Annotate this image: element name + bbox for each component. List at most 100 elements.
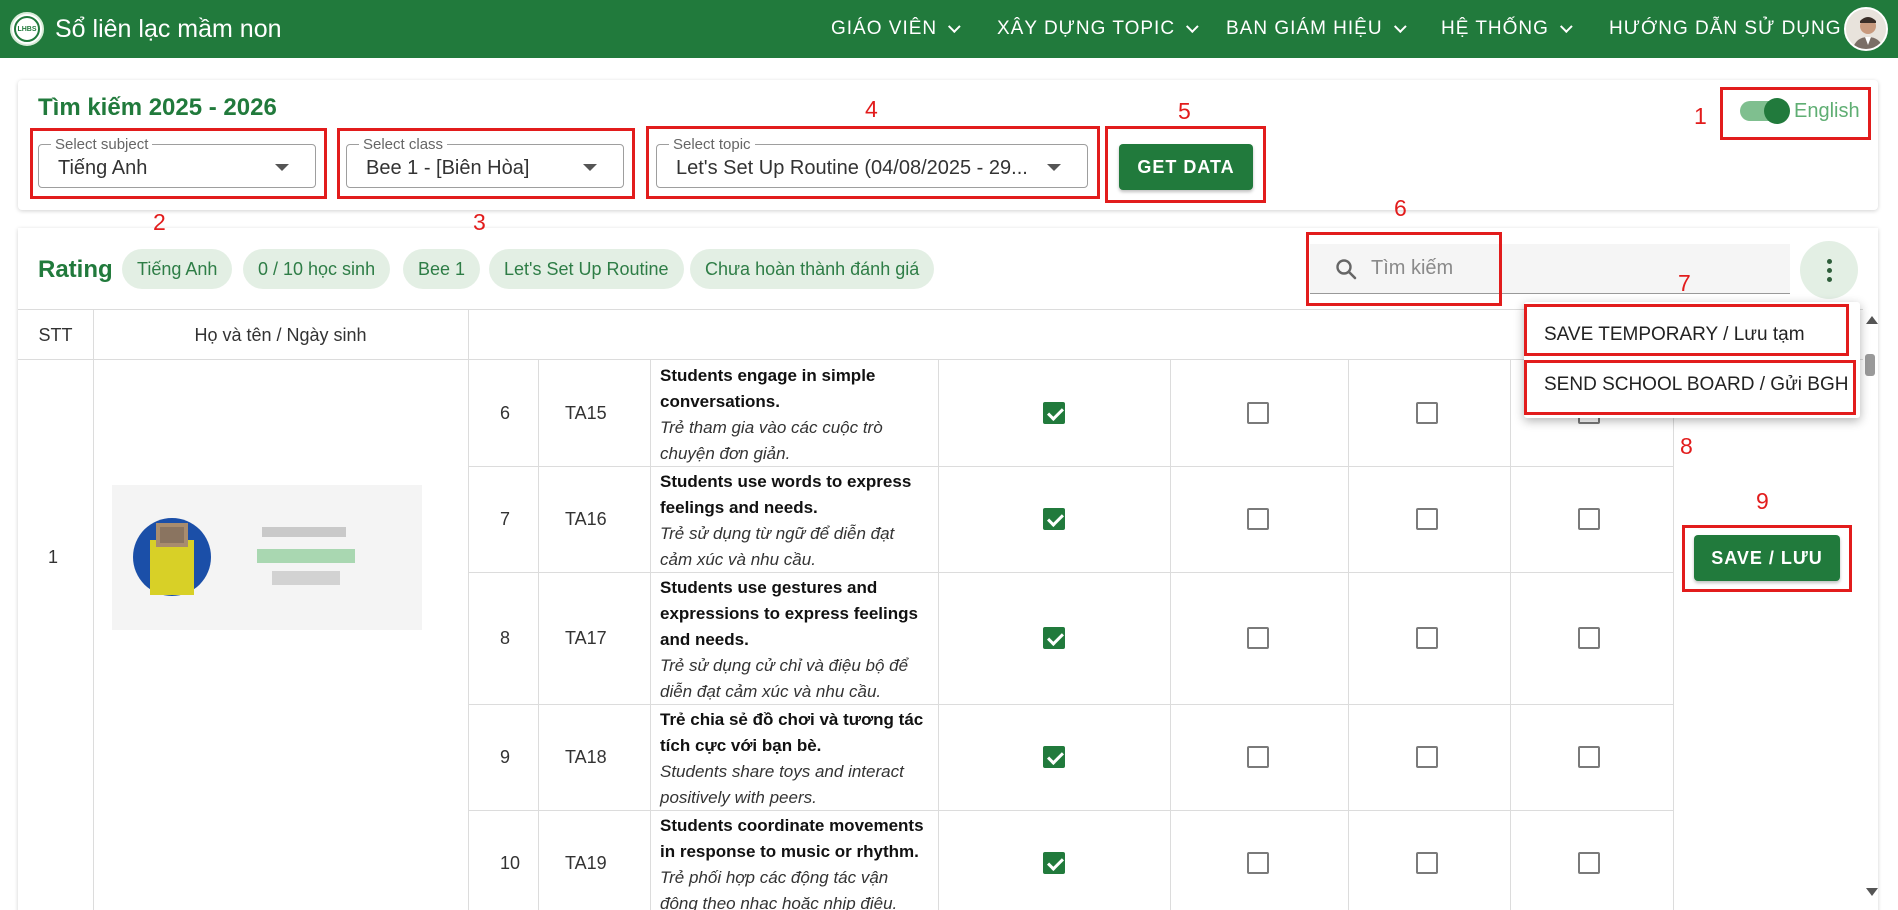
criteria-code: TA15: [565, 403, 607, 423]
select-class-value: Bee 1 - [Biên Hòa]: [366, 157, 530, 179]
student-stt: 1: [48, 547, 59, 567]
rating-checkbox[interactable]: [1247, 402, 1269, 424]
col-divider: [1510, 360, 1511, 910]
col-divider: [93, 309, 94, 910]
user-avatar[interactable]: [1844, 7, 1888, 51]
rating-checkbox[interactable]: [1578, 627, 1600, 649]
student-search-input[interactable]: Tìm kiếm: [1310, 244, 1790, 294]
criteria-text-secondary: Students share toys and interact positiv…: [660, 762, 904, 807]
select-subject[interactable]: Select subject Tiếng Anh: [38, 136, 316, 188]
col-divider: [1170, 360, 1171, 910]
criteria-description: Students use words to express feelings a…: [660, 469, 930, 573]
menu-send-school-board[interactable]: SEND SCHOOL BOARD / Gửi BGH: [1544, 374, 1848, 396]
scroll-up-arrow[interactable]: [1866, 316, 1878, 324]
criteria-text-secondary: Trẻ tham gia vào các cuộc trò chuyện đơn…: [660, 418, 883, 463]
dropdown-arrow-icon: [583, 164, 597, 171]
rating-checkbox[interactable]: [1416, 627, 1438, 649]
criteria-number: 9: [500, 747, 511, 767]
rating-checkbox[interactable]: [1578, 508, 1600, 530]
annotation-number-1: 1: [1694, 103, 1707, 129]
rating-checkbox[interactable]: [1247, 627, 1269, 649]
save-button[interactable]: SAVE / LƯU: [1694, 535, 1840, 581]
chip-class: Bee 1: [403, 249, 481, 289]
annotation-number-2: 2: [153, 209, 166, 235]
chip-topic: Let's Set Up Routine: [489, 249, 684, 289]
criteria-code: TA17: [565, 628, 607, 648]
chip-subject: Tiếng Anh: [122, 249, 233, 289]
nav-label: HỆ THỐNG: [1441, 18, 1549, 39]
nav-label: HƯỚNG DẪN SỬ DỤNG: [1609, 18, 1842, 39]
language-label: English: [1794, 100, 1860, 122]
dot: [1827, 268, 1832, 273]
nav-ban-giam-hieu[interactable]: BAN GIÁM HIỆU: [1226, 0, 1407, 58]
select-topic-value: Let's Set Up Routine (04/08/2025 - 29...: [676, 157, 1028, 179]
rating-checkbox[interactable]: [1578, 746, 1600, 768]
rating-checkbox[interactable]: [1247, 508, 1269, 530]
annotation-number-9: 9: [1756, 488, 1769, 514]
chip-student-count: 0 / 10 học sinh: [243, 249, 391, 289]
rating-title: Rating: [38, 256, 113, 283]
criteria-code: TA18: [565, 747, 607, 767]
rating-checkbox[interactable]: [1043, 852, 1065, 874]
search-icon: [1336, 259, 1357, 280]
rating-checkbox[interactable]: [1416, 746, 1438, 768]
nav-label: XÂY DỰNG TOPIC: [997, 18, 1176, 39]
select-topic[interactable]: Select topic Let's Set Up Routine (04/08…: [656, 136, 1088, 188]
logo-text: LHBS: [14, 16, 40, 42]
row-divider: [468, 466, 1673, 467]
rating-checkbox[interactable]: [1043, 746, 1065, 768]
rating-checkbox[interactable]: [1043, 402, 1065, 424]
col-divider: [468, 309, 469, 910]
header-stt: STT: [38, 325, 73, 345]
select-class[interactable]: Select class Bee 1 - [Biên Hòa]: [346, 136, 624, 188]
col-divider: [538, 360, 539, 910]
rating-checkbox[interactable]: [1578, 852, 1600, 874]
nav-label: GIÁO VIÊN: [831, 18, 938, 39]
menu-save-temporary[interactable]: SAVE TEMPORARY / Lưu tạm: [1544, 324, 1805, 346]
row-divider: [468, 572, 1673, 573]
criteria-text-primary: Students engage in simple conversations.: [660, 366, 876, 411]
header-name: Họ và tên / Ngày sinh: [194, 325, 367, 345]
nav-huong-dan-su-dung[interactable]: HƯỚNG DẪN SỬ DỤNG: [1609, 0, 1842, 58]
annotation-number-7: 7: [1678, 270, 1691, 296]
select-subject-label: Select subject: [51, 136, 153, 153]
criteria-text-secondary: Trẻ sử dụng từ ngữ để diễn đạt cảm xúc v…: [660, 524, 895, 569]
nav-he-thong[interactable]: HỆ THỐNG: [1441, 0, 1573, 58]
criteria-text-primary: Students use gestures and expressions to…: [660, 578, 918, 649]
search-placeholder: Tìm kiếm: [1371, 257, 1454, 279]
rating-checkbox[interactable]: [1247, 746, 1269, 768]
nav-xay-dung-topic[interactable]: XÂY DỰNG TOPIC: [997, 0, 1199, 58]
criteria-number: 7: [500, 509, 511, 529]
rating-checkbox[interactable]: [1247, 852, 1269, 874]
rating-checkbox[interactable]: [1043, 508, 1065, 530]
chevron-down-icon: [948, 19, 961, 33]
chevron-down-icon: [1186, 19, 1199, 33]
criteria-number: 8: [500, 628, 511, 648]
col-divider: [1673, 359, 1674, 910]
scroll-down-arrow[interactable]: [1866, 888, 1878, 896]
select-subject-value: Tiếng Anh: [58, 157, 148, 179]
toggle-knob: [1764, 98, 1790, 124]
col-divider: [1348, 360, 1349, 910]
criteria-description: Students coordinate movements in respons…: [660, 813, 930, 910]
criteria-text-primary: Students use words to express feelings a…: [660, 472, 912, 517]
annotation-number-6: 6: [1394, 195, 1407, 221]
more-options-menu: SAVE TEMPORARY / Lưu tạm SEND SCHOOL BOA…: [1524, 302, 1860, 418]
select-class-label: Select class: [359, 136, 448, 153]
criteria-text-secondary: Trẻ phối hợp các động tác vận động theo …: [660, 868, 898, 910]
chevron-down-icon: [1559, 19, 1573, 33]
nav-giao-vien[interactable]: GIÁO VIÊN: [831, 0, 961, 58]
annotation-number-5: 5: [1178, 98, 1191, 124]
row-divider: [468, 704, 1673, 705]
language-toggle[interactable]: [1740, 98, 1790, 124]
app-logo[interactable]: LHBS: [10, 12, 44, 46]
scrollbar-thumb[interactable]: [1865, 354, 1875, 376]
annotation-number-3: 3: [473, 209, 486, 235]
student-info-blurred: [112, 485, 422, 630]
rating-checkbox[interactable]: [1416, 852, 1438, 874]
get-data-button[interactable]: GET DATA: [1119, 144, 1253, 190]
rating-checkbox[interactable]: [1416, 402, 1438, 424]
more-options-button[interactable]: [1800, 241, 1858, 299]
rating-checkbox[interactable]: [1043, 627, 1065, 649]
rating-checkbox[interactable]: [1416, 508, 1438, 530]
